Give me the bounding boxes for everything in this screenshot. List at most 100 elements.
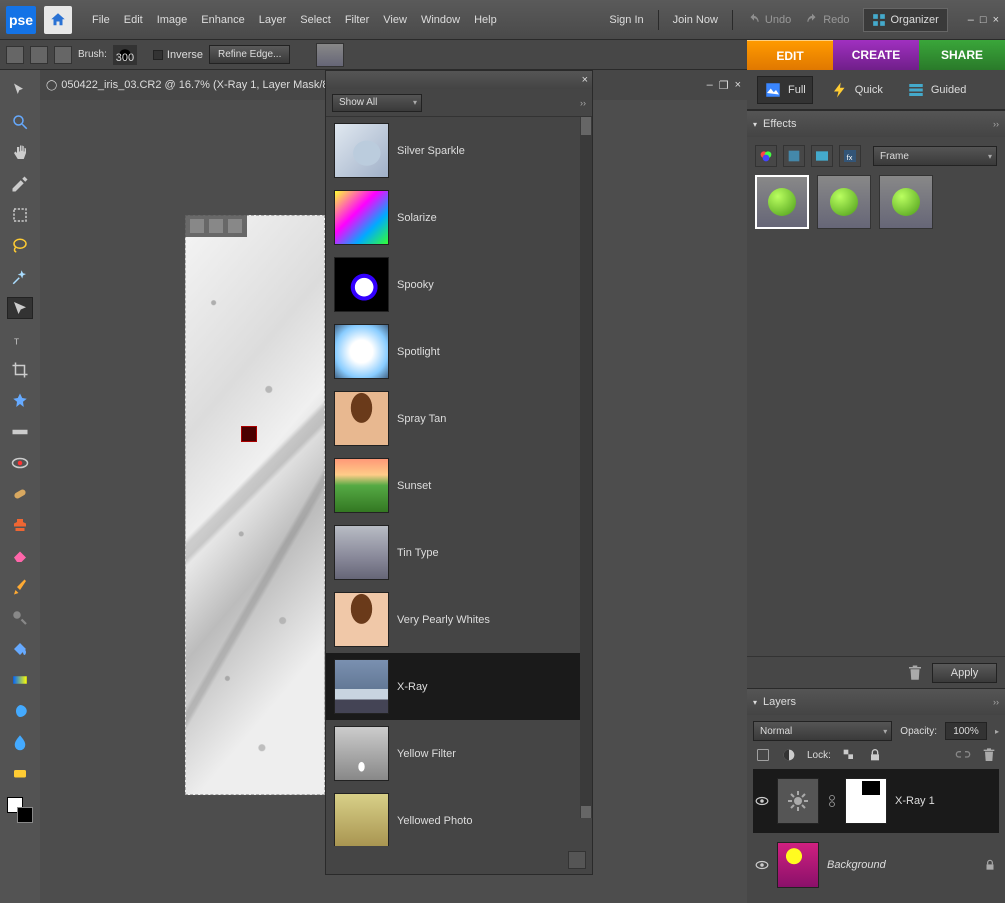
smart-brush-tool[interactable] (7, 607, 33, 629)
undo-button[interactable]: Undo (747, 13, 791, 27)
disclosure-triangle-icon[interactable]: ▾ (753, 698, 757, 707)
effect-item[interactable]: Spotlight (326, 318, 580, 385)
effects-type-layer-styles[interactable] (783, 145, 805, 167)
move-tool[interactable] (7, 80, 33, 102)
refine-edge-button[interactable]: Refine Edge... (209, 45, 290, 64)
straighten-tool[interactable] (7, 421, 33, 443)
effect-item[interactable]: Very Pearly Whites (326, 586, 580, 653)
effects-type-photo-effects[interactable] (811, 145, 833, 167)
tab-share[interactable]: SHARE (919, 40, 1005, 70)
menu-enhance[interactable]: Enhance (201, 14, 244, 26)
menu-view[interactable]: View (383, 14, 407, 26)
menu-select[interactable]: Select (300, 14, 331, 26)
effects-type-all[interactable]: fx (839, 145, 861, 167)
panel-collapse-icon[interactable]: ›› (993, 697, 999, 707)
close-button[interactable]: × (993, 14, 999, 26)
flyout-collapse-icon[interactable]: ›› (580, 98, 586, 108)
blend-mode-dropdown[interactable]: Normal (753, 721, 892, 741)
menu-window[interactable]: Window (421, 14, 460, 26)
layer-row[interactable]: Background (753, 833, 999, 897)
join-now-link[interactable]: Join Now (673, 14, 718, 26)
maximize-button[interactable]: □ (980, 14, 987, 26)
lock-transparent-icon[interactable] (841, 747, 857, 763)
paint-bucket-tool[interactable] (7, 638, 33, 660)
frame-thumb-2[interactable] (817, 175, 871, 229)
gradient-tool[interactable] (7, 669, 33, 691)
shape-tool[interactable] (7, 700, 33, 722)
type-tool[interactable]: T (7, 328, 33, 350)
brush-picker[interactable]: 300 (113, 45, 137, 65)
zoom-tool[interactable] (7, 111, 33, 133)
tab-edit[interactable]: EDIT (747, 40, 833, 70)
panel-collapse-icon[interactable]: ›› (993, 119, 999, 129)
quick-select-add-icon[interactable] (6, 46, 24, 64)
visibility-icon[interactable] (755, 858, 769, 872)
effects-panel-title[interactable]: ▾ Effects ›› (747, 111, 1005, 137)
frame-thumb-1[interactable] (755, 175, 809, 229)
submode-quick[interactable]: Quick (825, 77, 889, 103)
apply-button[interactable]: Apply (932, 663, 997, 683)
redo-button[interactable]: Redo (805, 13, 849, 27)
effect-item[interactable]: Spray Tan (326, 385, 580, 452)
effect-item[interactable]: Yellow Filter (326, 720, 580, 787)
frame-thumb-3[interactable] (879, 175, 933, 229)
layer-name[interactable]: X-Ray 1 (895, 795, 935, 807)
canvas[interactable] (185, 215, 325, 795)
home-button[interactable] (44, 6, 72, 34)
menu-file[interactable]: File (92, 14, 110, 26)
document-tab-title[interactable]: 050422_iris_03.CR2 @ 16.7% (X-Ray 1, Lay… (61, 79, 328, 91)
effect-item[interactable]: Spooky (326, 251, 580, 318)
effect-item[interactable]: Tin Type (326, 519, 580, 586)
healing-tool[interactable] (7, 483, 33, 505)
layer-name[interactable]: Background (827, 859, 886, 871)
effect-item[interactable]: Sunset (326, 452, 580, 519)
effect-item[interactable]: Solarize (326, 184, 580, 251)
sign-in-link[interactable]: Sign In (609, 14, 643, 26)
quick-select-sub-icon[interactable] (30, 46, 48, 64)
tab-create[interactable]: CREATE (833, 40, 919, 70)
redeye-tool[interactable] (7, 452, 33, 474)
layer-thumb[interactable] (777, 842, 819, 888)
doc-restore-button[interactable]: ❐ (719, 79, 729, 92)
clone-tool[interactable] (7, 514, 33, 536)
effect-item[interactable]: Silver Sparkle (326, 117, 580, 184)
brush-tool[interactable] (7, 576, 33, 598)
disclosure-triangle-icon[interactable]: ▾ (753, 120, 757, 129)
hand-tool[interactable] (7, 142, 33, 164)
mini-tool-2[interactable] (209, 219, 223, 233)
effects-type-filters[interactable] (755, 145, 777, 167)
flyout-filter-dropdown[interactable]: Show All (332, 94, 422, 112)
sponge-tool[interactable] (7, 762, 33, 784)
effects-category-dropdown[interactable]: Frame (873, 146, 997, 166)
organizer-button[interactable]: Organizer (863, 8, 947, 32)
mask-link-icon[interactable] (827, 793, 837, 809)
menu-filter[interactable]: Filter (345, 14, 369, 26)
menu-edit[interactable]: Edit (124, 14, 143, 26)
layers-panel-title[interactable]: ▾ Layers ›› (747, 689, 1005, 715)
cookie-cutter-tool[interactable] (7, 390, 33, 412)
mini-tool-1[interactable] (190, 219, 204, 233)
submode-full[interactable]: Full (757, 76, 813, 104)
layer-row[interactable]: X-Ray 1 (753, 769, 999, 833)
menu-help[interactable]: Help (474, 14, 497, 26)
flyout-menu-button[interactable] (568, 851, 586, 869)
flyout-titlebar[interactable]: × (326, 71, 592, 89)
opacity-stepper-icon[interactable]: ▸ (995, 727, 999, 736)
preset-thumb[interactable] (316, 43, 344, 67)
menu-image[interactable]: Image (157, 14, 188, 26)
effect-item[interactable]: Yellowed Photo (326, 787, 580, 846)
foreground-background-swatch[interactable] (7, 797, 33, 823)
layer-mask-thumb[interactable] (845, 778, 887, 824)
link-layers-icon[interactable] (955, 747, 971, 763)
adjustment-layer-icon[interactable] (781, 747, 797, 763)
doc-close-button[interactable]: × (735, 79, 741, 92)
visibility-icon[interactable] (755, 794, 769, 808)
lock-all-icon[interactable] (867, 747, 883, 763)
minimize-button[interactable]: – (968, 14, 974, 26)
blur-tool[interactable] (7, 731, 33, 753)
crop-tool[interactable] (7, 359, 33, 381)
eraser-tool[interactable] (7, 545, 33, 567)
inverse-checkbox[interactable] (153, 50, 163, 60)
doc-minimize-button[interactable]: – (707, 79, 713, 92)
marquee-tool[interactable] (7, 204, 33, 226)
